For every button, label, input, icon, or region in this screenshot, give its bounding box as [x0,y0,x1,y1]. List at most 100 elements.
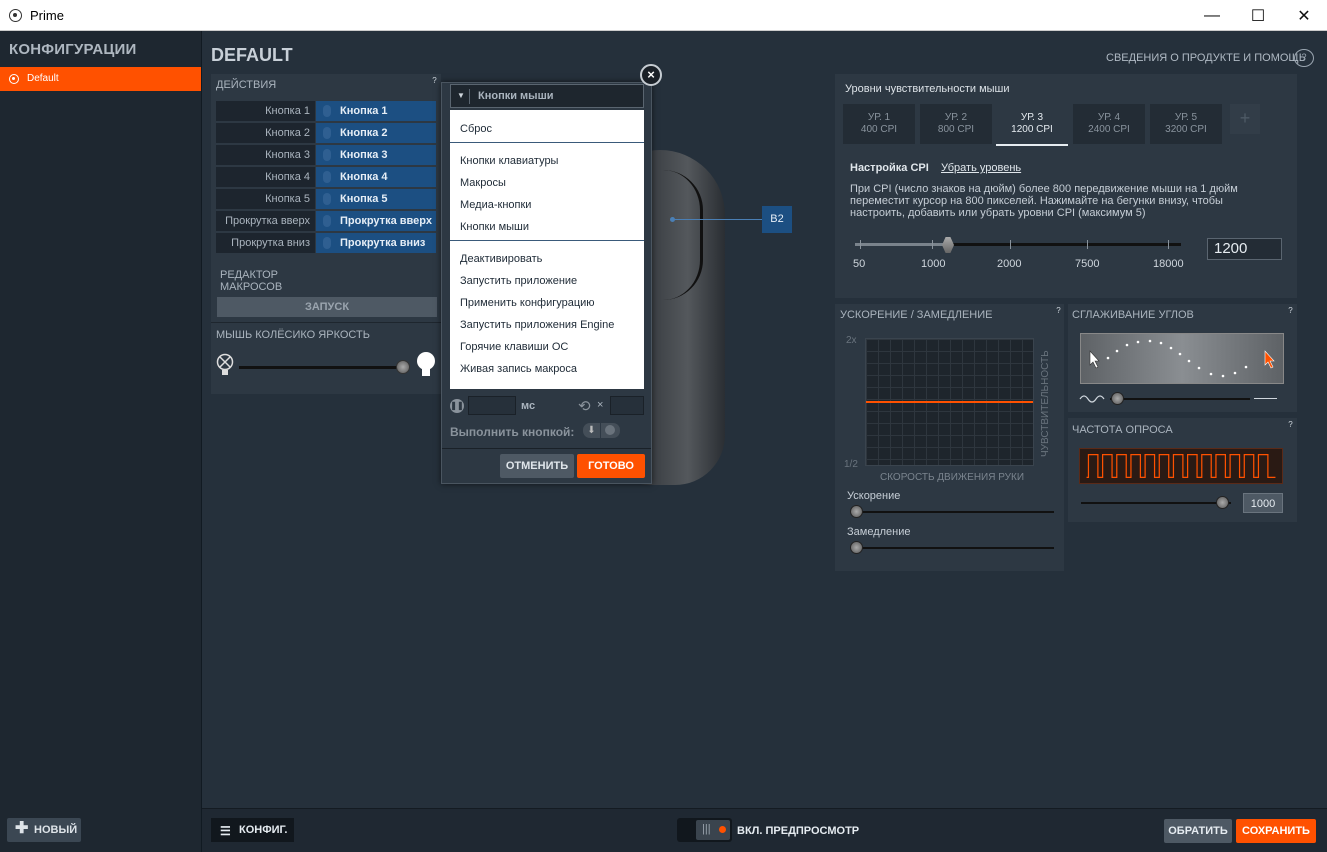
angle-dots-curve [1089,339,1275,378]
tab-cpi-level-4[interactable]: УР. 4 2400 CPI [1073,104,1145,144]
tab-cpi-level-3[interactable]: УР. 3 1200 CPI [996,104,1068,146]
product-help-link[interactable]: СВЕДЕНИЯ О ПРОДУКТЕ И ПОМОЩЬ [1106,52,1306,64]
minimize-button[interactable]: — [1189,0,1235,31]
tab-cpi-level-2[interactable]: УР. 2 800 CPI [920,104,992,144]
config-button-label: КОНФИГ. [239,824,288,836]
polling-slider-track[interactable] [1081,502,1231,504]
preview-label: ВКЛ. ПРЕДПРОСМОТР [737,825,860,837]
button-row-3[interactable]: Кнопка 3 Кнопка 3 [216,145,436,165]
cpi-settings-label: Настройка CPI [850,162,929,174]
menu-item-launch-engine-apps[interactable]: Запустить приложения Engine [460,319,614,331]
polling-slider-knob[interactable] [1216,496,1229,509]
maximize-button[interactable]: ☐ [1235,0,1281,31]
polling-rate-title: ЧАСТОТА ОПРОСА [1072,424,1173,436]
save-button[interactable]: СОХРАНИТЬ [1236,819,1316,843]
button-binding[interactable]: Кнопка 5 [316,189,436,209]
button-binding[interactable]: Прокрутка вниз [316,233,436,253]
tab-level-label: УР. 4 [1097,112,1121,123]
button-row-scroll-up[interactable]: Прокрутка вверх Прокрутка вверх [216,211,436,231]
menu-item-reset[interactable]: Сброс [460,123,492,135]
remove-level-link[interactable]: Убрать уровень [941,162,1021,174]
button-row-1[interactable]: Кнопка 1 Кнопка 1 [216,101,436,121]
menu-item-keyboard[interactable]: Кнопки клавиатуры [460,155,558,167]
acceleration-slider-knob[interactable] [850,505,863,518]
help-icon[interactable]: ? [430,76,439,85]
cpi-description: При CPI (число знаков на дюйм) более 800… [850,183,1238,219]
button-label: Кнопка 2 [216,123,315,143]
angle-slider-track[interactable] [1110,398,1250,400]
mouse-icon [323,149,331,161]
binding-type-dropdown[interactable]: ▼ Кнопки мыши [450,84,644,108]
cpi-tick-label: 18000 [1153,258,1184,270]
mouse-icon [323,171,331,183]
new-config-button[interactable]: ✚ НОВЫЙ [7,818,81,842]
button-binding[interactable]: Кнопка 1 [316,101,436,121]
close-popup-icon[interactable]: × [640,64,662,86]
binding-text: Кнопка 1 [340,105,388,117]
acceleration-title: УСКОРЕНИЕ / ЗАМЕДЛЕНИЕ [840,309,993,321]
config-item-default[interactable]: Default [0,67,201,91]
cpi-value-input[interactable]: 1200 [1207,238,1282,260]
cancel-button[interactable]: ОТМЕНИТЬ [500,454,574,478]
macro-run-button[interactable]: ЗАПУСК [217,297,437,317]
deceleration-slider-track[interactable] [852,547,1054,549]
cpi-title: Уровни чувствительности мыши [845,83,1010,95]
menu-item-media[interactable]: Медиа-кнопки [460,199,531,211]
menu-item-os-hotkeys[interactable]: Горячие клавиши ОС [460,341,568,353]
button-binding[interactable]: Прокрутка вверх [316,211,436,231]
menu-item-apply-config[interactable]: Применить конфигурацию [460,297,595,309]
button-binding[interactable]: Кнопка 3 [316,145,436,165]
arrow-down-icon[interactable]: ⬇ [583,423,600,438]
light-on-icon[interactable] [415,351,437,379]
toggle-circle-icon[interactable] [601,423,620,438]
times-label: × [597,399,604,411]
menu-item-mouse-buttons[interactable]: Кнопки мыши [460,221,529,233]
dropdown-value: Кнопки мыши [478,90,554,102]
light-off-icon[interactable] [215,352,235,378]
menu-item-deactivate[interactable]: Деактивировать [460,253,542,265]
button-row-scroll-down[interactable]: Прокрутка вниз Прокрутка вниз [216,233,436,253]
menu-item-macros[interactable]: Макросы [460,177,506,189]
acceleration-label: Ускорение [847,490,901,502]
done-button[interactable]: ГОТОВО [577,454,645,478]
popup-footer-divider [442,448,651,449]
menu-item-launch-app[interactable]: Запустить приложение [460,275,577,287]
preview-toggle[interactable] [677,818,732,842]
add-cpi-level-button[interactable]: + [1230,104,1260,134]
deceleration-slider-knob[interactable] [850,541,863,554]
straight-line-icon [1254,398,1277,399]
tab-cpi-level-1[interactable]: УР. 1 400 CPI [843,104,915,144]
button-row-4[interactable]: Кнопка 4 Кнопка 4 [216,167,436,187]
macro-editor-title: РЕДАКТОР МАКРОСОВ [220,269,282,293]
help-chat-icon[interactable]: ? [1294,49,1314,67]
tab-level-label: УР. 5 [1174,112,1198,123]
menu-item-live-macro[interactable]: Живая запись макроса [460,363,577,375]
graph-y-axis-label: ЧУВСТВИТЕЛЬНОСТЬ [1040,350,1051,457]
button-b2-callout[interactable]: B2 [762,206,792,233]
button-binding[interactable]: Кнопка 2 [316,123,436,143]
help-icon[interactable]: ? [1286,306,1295,315]
delay-ms-input[interactable] [468,396,516,415]
button-binding[interactable]: Кнопка 4 [316,167,436,187]
page-title: DEFAULT [211,45,293,65]
button-row-2[interactable]: Кнопка 2 Кнопка 2 [216,123,436,143]
window-title: Prime [30,8,64,23]
ms-label: мс [521,400,536,412]
acceleration-slider-track[interactable] [852,511,1054,513]
brightness-slider-knob[interactable] [396,360,410,374]
revert-button[interactable]: ОБРАТИТЬ [1164,819,1232,843]
close-window-button[interactable]: ✕ [1281,0,1327,31]
button-row-5[interactable]: Кнопка 5 Кнопка 5 [216,189,436,209]
brightness-slider-track[interactable] [239,366,403,369]
tab-cpi-level-5[interactable]: УР. 5 3200 CPI [1150,104,1222,144]
help-icon[interactable]: ? [1286,420,1295,429]
macro-editor-line1: РЕДАКТОР [220,269,278,281]
tab-level-label: УР. 3 [1020,112,1044,123]
repeat-count-input[interactable] [610,396,644,415]
binding-type-menu: Сброс Кнопки клавиатуры Макросы Медиа-кн… [450,110,644,389]
angle-slider-knob[interactable] [1111,392,1124,405]
acceleration-curve [866,401,1033,403]
config-list-button[interactable]: ☰ КОНФИГ. [211,818,294,842]
help-icon[interactable]: ? [1054,306,1063,315]
polling-rate-value[interactable]: 1000 [1243,493,1283,513]
